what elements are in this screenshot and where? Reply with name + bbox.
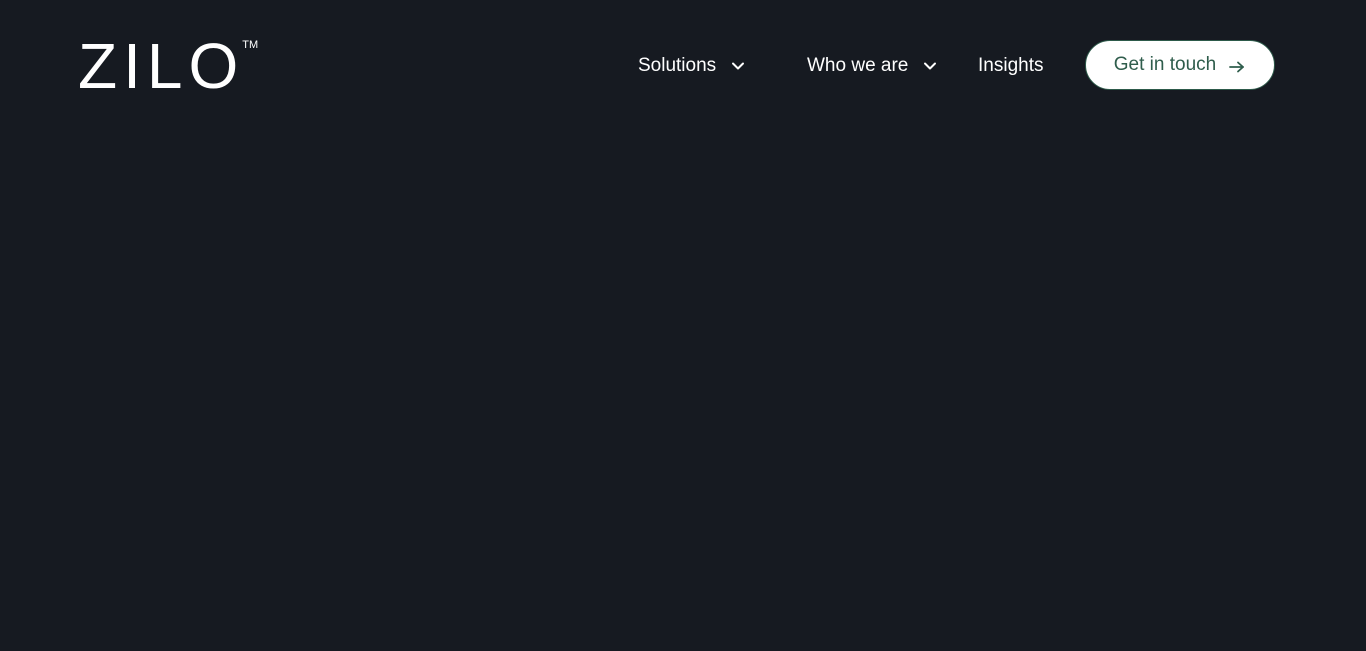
chevron-down-icon xyxy=(730,58,746,74)
arrow-right-icon xyxy=(1228,58,1246,73)
nav-item-label: Who we are xyxy=(807,55,909,76)
nav-item-label: Solutions xyxy=(638,55,717,76)
nav-item-who-we-are[interactable]: Who we are xyxy=(807,40,938,92)
nav-item-insights[interactable]: Insights xyxy=(978,40,1043,92)
cta-label: Get in touch xyxy=(1113,54,1217,75)
site-header: ZILO TM Solutions Who we are Insights Ge… xyxy=(0,0,1366,132)
nav-item-label: Insights xyxy=(978,55,1044,76)
nav-item-solutions[interactable]: Solutions xyxy=(638,40,746,92)
chevron-down-icon xyxy=(922,58,938,74)
get-in-touch-button[interactable]: Get in touch xyxy=(1085,40,1275,90)
